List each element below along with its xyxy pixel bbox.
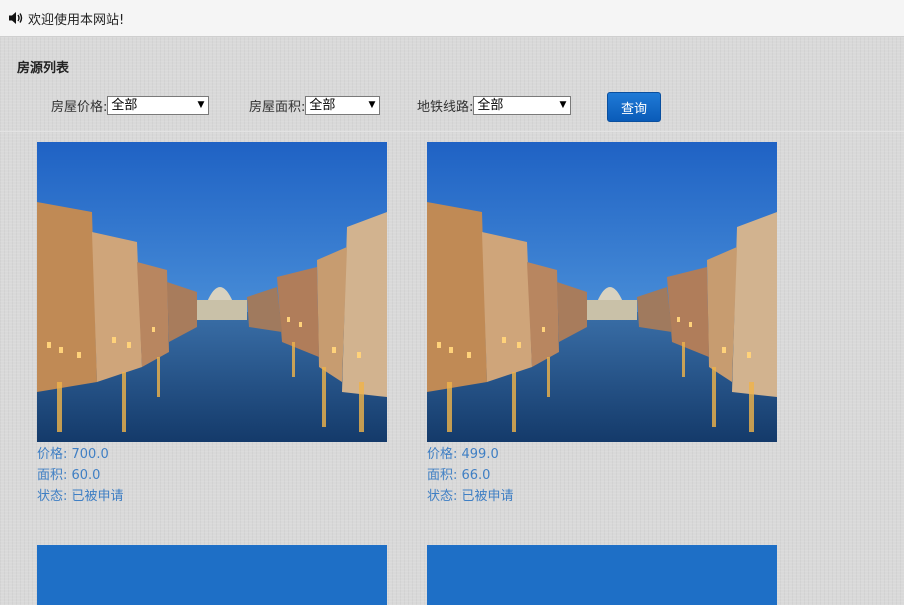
price-filter: 房屋价格: 全部 ▼	[51, 96, 210, 115]
listing-area: 面积: 66.0	[427, 468, 491, 483]
listing-price: 价格: 700.0	[37, 447, 109, 462]
subway-filter: 地铁线路: 全部 ▼	[417, 96, 572, 115]
listing-card[interactable]: 价格: 499.0 面积: 66.0 状态: 已被申请	[427, 142, 777, 507]
price-select-value: 全部	[111, 98, 138, 113]
listing-photo[interactable]	[427, 142, 777, 442]
subway-select[interactable]: 全部 ▼	[473, 96, 572, 115]
dropdown-arrow-icon: ▼	[368, 100, 376, 110]
area-filter: 房屋面积: 全部 ▼	[249, 96, 381, 115]
listing-area: 面积: 60.0	[37, 468, 101, 483]
dropdown-arrow-icon: ▼	[559, 100, 567, 110]
listing-photo[interactable]	[427, 545, 777, 605]
speaker-icon	[9, 12, 23, 24]
area-filter-label: 房屋面积:	[249, 100, 306, 115]
subway-filter-label: 地铁线路:	[417, 100, 474, 115]
price-filter-label: 房屋价格:	[51, 100, 108, 115]
listing-status: 状态: 已被申请	[37, 489, 124, 504]
filter-bar: 房屋价格: 全部 ▼ 房屋面积: 全部 ▼ 地铁线路: 全部 ▼ 查询	[0, 92, 904, 122]
listing-info: 价格: 499.0 面积: 66.0 状态: 已被申请	[427, 444, 777, 507]
listing-card[interactable]	[427, 545, 777, 605]
area-select-value: 全部	[309, 98, 336, 113]
listing-card[interactable]: 价格: 700.0 面积: 60.0 状态: 已被申请	[37, 142, 387, 507]
welcome-text: 欢迎使用本网站!	[28, 12, 125, 28]
subway-select-value: 全部	[477, 98, 504, 113]
listing-photo[interactable]	[37, 545, 387, 605]
listing-status: 状态: 已被申请	[427, 489, 514, 504]
divider	[0, 131, 904, 132]
listing-info: 价格: 700.0 面积: 60.0 状态: 已被申请	[37, 444, 387, 507]
query-button[interactable]: 查询	[607, 92, 661, 122]
listing-photo[interactable]	[37, 142, 387, 442]
listing-card[interactable]	[37, 545, 387, 605]
price-select[interactable]: 全部 ▼	[107, 96, 210, 115]
listing-price: 价格: 499.0	[427, 447, 499, 462]
page-title: 房源列表	[17, 61, 70, 76]
dropdown-arrow-icon: ▼	[197, 100, 205, 110]
area-select[interactable]: 全部 ▼	[305, 96, 381, 115]
top-bar: 欢迎使用本网站!	[0, 0, 904, 37]
